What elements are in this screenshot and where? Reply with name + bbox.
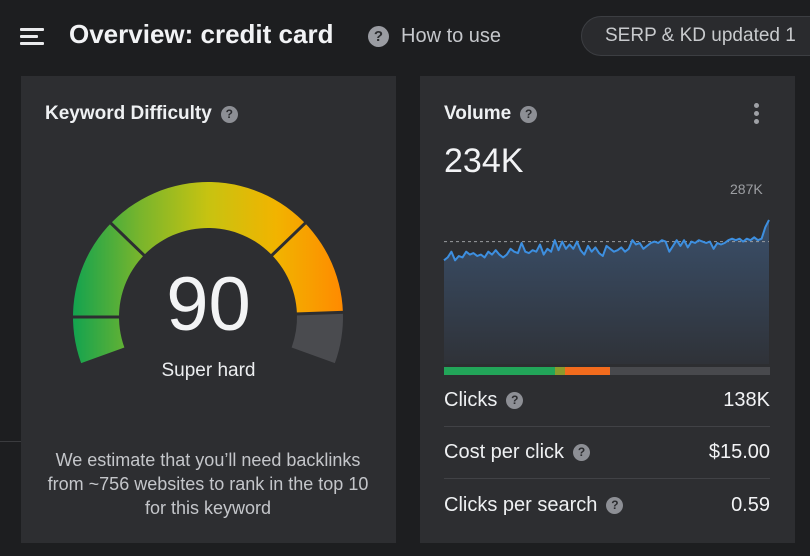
top-bar: Overview: credit card ? How to use SERP … [0, 0, 810, 74]
volume-trend-chart [443, 219, 770, 364]
volume-card-title: Volume [444, 103, 512, 124]
clicks-bar-segment-no-clicks [610, 367, 770, 375]
clicks-per-search-help-icon[interactable]: ? [606, 496, 624, 514]
volume-value: 234K [444, 142, 524, 180]
divider [444, 478, 770, 479]
volume-chart-max-label: 287K [730, 181, 763, 197]
hamburger-menu-icon[interactable] [20, 27, 44, 45]
volume-card: Volume ? 234K 287K Clicks ? 138K Cost pe… [420, 76, 795, 543]
page-title: Overview: credit card [69, 19, 334, 49]
volume-card-header: Volume ? [444, 103, 538, 125]
kd-score: 90 [166, 262, 251, 347]
keyword-difficulty-card: Keyword Difficulty ? 90 Super hard We es… [21, 76, 396, 543]
clicks-bar-segment-paid [564, 367, 611, 375]
more-options-icon[interactable] [751, 103, 763, 125]
metric-row-clicks-per-search: Clicks per search ? 0.59 [444, 485, 770, 525]
divider [0, 441, 22, 442]
volume-help-icon[interactable]: ? [520, 105, 538, 123]
metric-row-cpc: Cost per click ? $15.00 [444, 432, 770, 472]
clicks-distribution-bar [444, 367, 770, 375]
clicks-bar-segment-organic [444, 367, 555, 375]
clicks-label: Clicks [444, 388, 498, 411]
how-to-use-link[interactable]: ? How to use [368, 24, 501, 48]
clicks-per-search-label: Clicks per search [444, 493, 598, 516]
cpc-value: $15.00 [708, 440, 770, 463]
serp-kd-updated-badge[interactable]: SERP & KD updated 1 [581, 16, 810, 56]
divider [444, 426, 770, 427]
metric-row-clicks: Clicks ? 138K [444, 380, 770, 420]
clicks-value: 138K [723, 388, 770, 411]
clicks-help-icon[interactable]: ? [506, 391, 524, 409]
kd-description: We estimate that you’ll need backlinks f… [47, 450, 369, 518]
kd-gauge [71, 181, 345, 364]
serp-kd-updated-label: SERP & KD updated 1 [605, 25, 796, 46]
clicks-per-search-value: 0.59 [731, 493, 770, 516]
how-to-use-label: How to use [401, 24, 502, 47]
cpc-help-icon[interactable]: ? [573, 443, 591, 461]
help-icon: ? [368, 25, 389, 47]
clicks-bar-segment-mixed [554, 367, 565, 375]
cpc-label: Cost per click [444, 440, 565, 463]
kd-rating-label: Super hard [161, 360, 256, 381]
